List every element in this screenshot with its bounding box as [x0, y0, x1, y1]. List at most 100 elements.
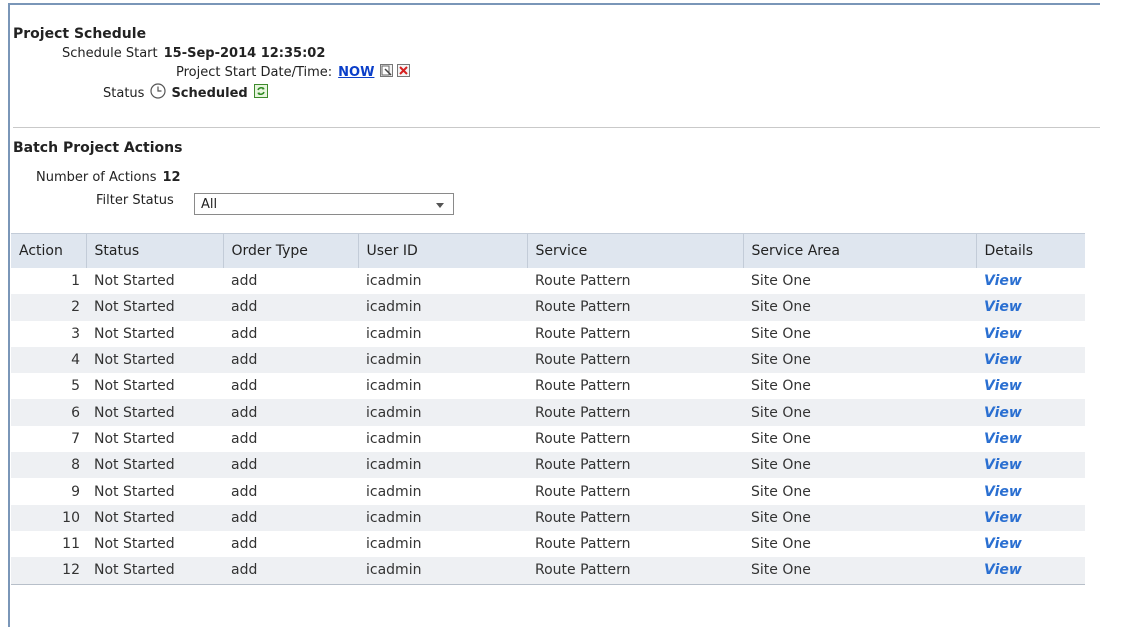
cell-order-type: add — [223, 557, 358, 585]
cell-user-id: icadmin — [358, 294, 527, 321]
cell-details: View — [976, 294, 1085, 321]
col-header-service-area[interactable]: Service Area — [743, 233, 977, 268]
table-row: 9 Not Started add icadmin Route Pattern Site … — [11, 478, 1085, 504]
frame-left-border — [8, 3, 10, 627]
view-details-link[interactable]: View — [984, 457, 1022, 473]
project-start-label: Project Start Date/Time: — [176, 65, 333, 80]
cell-details: View — [976, 504, 1085, 531]
cell-status: Not Started — [94, 378, 175, 395]
cell-details: View — [976, 478, 1085, 504]
cell-action: 5 — [71, 378, 80, 395]
cell-user-id: icadmin — [358, 346, 527, 374]
cell-action: 7 — [71, 430, 80, 447]
cell-status: Not Started — [94, 483, 175, 500]
cell-order-type: add — [231, 273, 258, 290]
view-details-link[interactable]: View — [984, 352, 1022, 368]
clock-icon — [150, 83, 167, 103]
cell-user-id: icadmin — [366, 483, 422, 500]
cell-action: 2 — [11, 294, 86, 321]
cell-details: View — [976, 321, 1085, 347]
cell-service: Route Pattern — [535, 430, 631, 447]
table-row: 11 Not Started add icadmin Route Pattern Site… — [11, 531, 1085, 557]
cell-status: Not Started — [94, 430, 175, 447]
cell-order-type: add — [223, 294, 358, 321]
cell-service-area: Site One — [751, 536, 811, 553]
cell-service-area: Site One — [743, 557, 976, 585]
table-row: 12 Not Started add icadmin Route Pattern Site… — [11, 557, 1085, 585]
cell-service: Route Pattern — [535, 536, 631, 553]
section-divider — [13, 127, 1100, 128]
table-row: 3 Not Started add icadmin Route Pattern Site … — [11, 321, 1085, 347]
filter-status-select[interactable]: All — [194, 193, 454, 215]
cell-details: View — [976, 346, 1085, 374]
cell-action: 8 — [11, 452, 86, 479]
cell-action: 3 — [71, 325, 80, 342]
cell-action: 9 — [71, 483, 80, 500]
cell-order-type: add — [231, 483, 258, 500]
col-header-action[interactable]: Action — [11, 233, 87, 268]
col-header-details[interactable]: Details — [976, 233, 1085, 268]
cell-service: Route Pattern — [527, 399, 743, 426]
view-details-link[interactable]: View — [984, 326, 1022, 342]
view-details-link[interactable]: View — [984, 431, 1022, 447]
cell-details: View — [976, 557, 1085, 585]
cell-status: Not Started — [86, 452, 223, 479]
cell-service: Route Pattern — [535, 378, 631, 395]
view-details-link[interactable]: View — [984, 510, 1022, 526]
cell-action: 6 — [11, 399, 86, 426]
delete-schedule-icon[interactable] — [397, 64, 411, 81]
number-of-actions-label: Number of Actions — [36, 170, 157, 185]
view-details-link[interactable]: View — [984, 562, 1022, 578]
cell-service-area: Site One — [751, 430, 811, 447]
cell-action: 10 — [11, 504, 86, 531]
cell-service-area: Site One — [743, 399, 976, 426]
view-details-link[interactable]: View — [984, 273, 1022, 289]
view-details-link[interactable]: View — [984, 536, 1022, 552]
cell-order-type: add — [231, 378, 258, 395]
cell-user-id: icadmin — [358, 399, 527, 426]
cell-details: View — [976, 426, 1085, 452]
col-header-user-id[interactable]: User ID — [358, 233, 528, 268]
cell-service-area: Site One — [751, 325, 811, 342]
cell-order-type: add — [223, 504, 358, 531]
col-header-order-type[interactable]: Order Type — [223, 233, 359, 268]
cell-user-id: icadmin — [366, 378, 422, 395]
filter-status-label: Filter Status — [96, 193, 174, 208]
cell-status: Not Started — [86, 399, 223, 426]
cell-order-type: add — [231, 536, 258, 553]
cell-details: View — [976, 373, 1085, 399]
status-row: Status Scheduled — [103, 83, 268, 103]
table-row: 1 Not Started add icadmin Route Pattern Site … — [11, 268, 1085, 294]
view-details-link[interactable]: View — [984, 484, 1022, 500]
edit-schedule-icon[interactable] — [380, 64, 394, 81]
cell-service: Route Pattern — [535, 273, 631, 290]
table-row: 5 Not Started add icadmin Route Pattern Site … — [11, 373, 1085, 399]
view-details-link[interactable]: View — [984, 299, 1022, 315]
cell-status: Not Started — [94, 325, 175, 342]
col-header-status[interactable]: Status — [86, 233, 224, 268]
filter-status-row: Filter Status — [96, 193, 174, 208]
cell-status: Not Started — [86, 294, 223, 321]
cell-details: View — [976, 268, 1085, 294]
view-details-link[interactable]: View — [984, 405, 1022, 421]
refresh-icon[interactable] — [253, 84, 268, 102]
col-header-service[interactable]: Service — [527, 233, 744, 268]
batch-actions-title: Batch Project Actions — [13, 140, 183, 156]
cell-details: View — [976, 399, 1085, 426]
cell-user-id: icadmin — [366, 536, 422, 553]
cell-user-id: icadmin — [366, 430, 422, 447]
cell-order-type: add — [231, 430, 258, 447]
cell-service: Route Pattern — [535, 325, 631, 342]
frame-top-border — [8, 3, 1100, 5]
cell-service: Route Pattern — [527, 294, 743, 321]
number-of-actions-row: Number of Actions 12 — [36, 170, 181, 185]
cell-user-id: icadmin — [358, 557, 527, 585]
view-details-link[interactable]: View — [984, 378, 1022, 394]
project-start-row: Project Start Date/Time: NOW — [176, 64, 411, 81]
table-row: 8 Not Started add icadmin Route Pattern Site … — [11, 452, 1085, 479]
cell-action: 1 — [71, 273, 80, 290]
cell-service: Route Pattern — [527, 557, 743, 585]
cell-service-area: Site One — [743, 504, 976, 531]
now-link[interactable]: NOW — [338, 65, 374, 80]
table-row: 7 Not Started add icadmin Route Pattern Site … — [11, 426, 1085, 452]
